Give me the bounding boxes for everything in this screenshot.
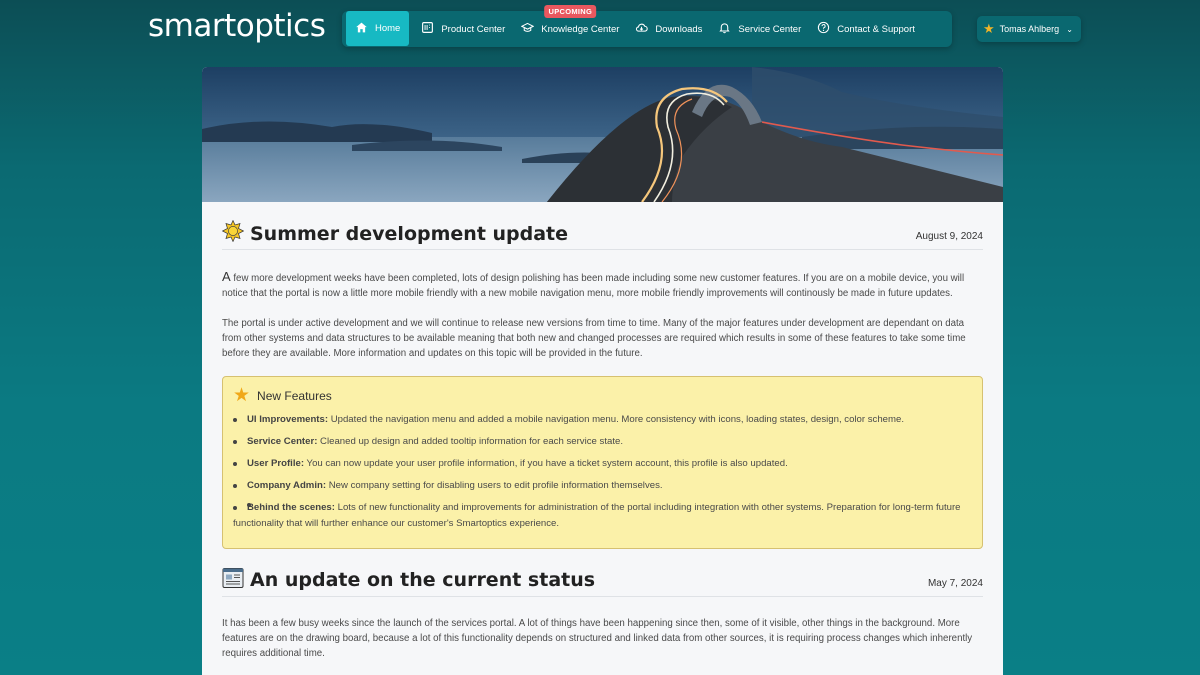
post-title: Summer development update (250, 222, 569, 245)
post-paragraph: The portal is under active development a… (222, 318, 966, 359)
nav-service-center[interactable]: Service Center (710, 11, 809, 47)
star-icon: ★ (233, 385, 251, 406)
drop-cap: A (222, 269, 231, 284)
newspaper-icon (222, 567, 244, 594)
feature-text: You can now update your user profile inf… (304, 458, 788, 469)
nav-downloads-label: Downloads (655, 23, 703, 35)
nav-knowledge-center-label: Knowledge Center (541, 23, 620, 35)
smartoptics-logo[interactable]: smartoptics (148, 8, 326, 44)
feature-item: User Profile: You can now update your us… (233, 456, 970, 472)
graduation-cap-icon (520, 21, 535, 37)
post-paragraph: A few more development weeks have been c… (222, 269, 983, 301)
banner-image (202, 67, 1003, 202)
new-features-box: ★ New Features UI Improvements: Updated … (222, 376, 983, 549)
main-nav: Home Product Center UPCOMING Knowledge C… (342, 5, 952, 47)
question-circle-icon (817, 21, 830, 37)
nav-home[interactable]: Home (346, 11, 410, 46)
post-paragraph: It has been a few busy weeks since the l… (222, 617, 973, 659)
chevron-down-icon: ⌄ (1066, 24, 1073, 34)
nav-downloads[interactable]: Downloads (627, 11, 710, 47)
feature-label: User Profile: (247, 458, 305, 469)
upcoming-badge: UPCOMING (544, 5, 597, 18)
feature-item: Company Admin: New company setting for d… (233, 478, 970, 494)
feature-text: Cleaned up design and added tooltip info… (317, 436, 623, 447)
post-header: Summer development update August 9, 2024 (221, 219, 983, 250)
feature-text: Updated the navigation menu and added a … (328, 414, 905, 425)
nav-service-center-label: Service Center (738, 23, 802, 35)
feature-label: Company Admin: (247, 480, 327, 491)
feature-label: UI Improvements: (247, 414, 329, 425)
news-card: Summer development update August 9, 2024… (202, 67, 1003, 675)
feature-item: UI Improvements: Updated the navigation … (233, 412, 970, 428)
features-title: New Features (257, 389, 332, 403)
user-menu[interactable]: ★ Tomas Ahlberg ⌄ (977, 16, 1081, 42)
nav-home-label: Home (375, 23, 401, 34)
feature-text: Lots of new functionality and improvemen… (233, 502, 961, 529)
nav-knowledge-center[interactable]: UPCOMING Knowledge Center (513, 5, 627, 47)
feature-text: New company setting for disabling users … (326, 480, 663, 491)
post-date: August 9, 2024 (915, 231, 983, 242)
bell-icon (718, 21, 731, 37)
sun-icon (221, 219, 245, 247)
product-icon (421, 21, 434, 37)
nav-contact-support-label: Contact & Support (837, 23, 915, 35)
post-title: An update on the current status (250, 569, 596, 591)
feature-item: Behind the scenes: Lots of new functiona… (233, 500, 970, 531)
nav-product-center[interactable]: Product Center (413, 11, 513, 47)
post-header: An update on the current status May 7, 2… (222, 567, 983, 597)
nav-product-center-label: Product Center (441, 23, 506, 35)
post-date: May 7, 2024 (927, 577, 983, 589)
nav-contact-support[interactable]: Contact & Support (809, 11, 923, 47)
feature-label: Behind the scenes: (247, 502, 335, 513)
user-name: Tomas Ahlberg (999, 24, 1060, 34)
feature-item: Service Center: Cleaned up design and ad… (233, 434, 970, 450)
cloud-download-icon (635, 21, 649, 37)
home-icon (355, 21, 368, 37)
feature-label: Service Center: (247, 436, 318, 447)
post-paragraph-text: few more development weeks have been com… (222, 273, 965, 299)
star-icon: ★ (983, 21, 995, 36)
